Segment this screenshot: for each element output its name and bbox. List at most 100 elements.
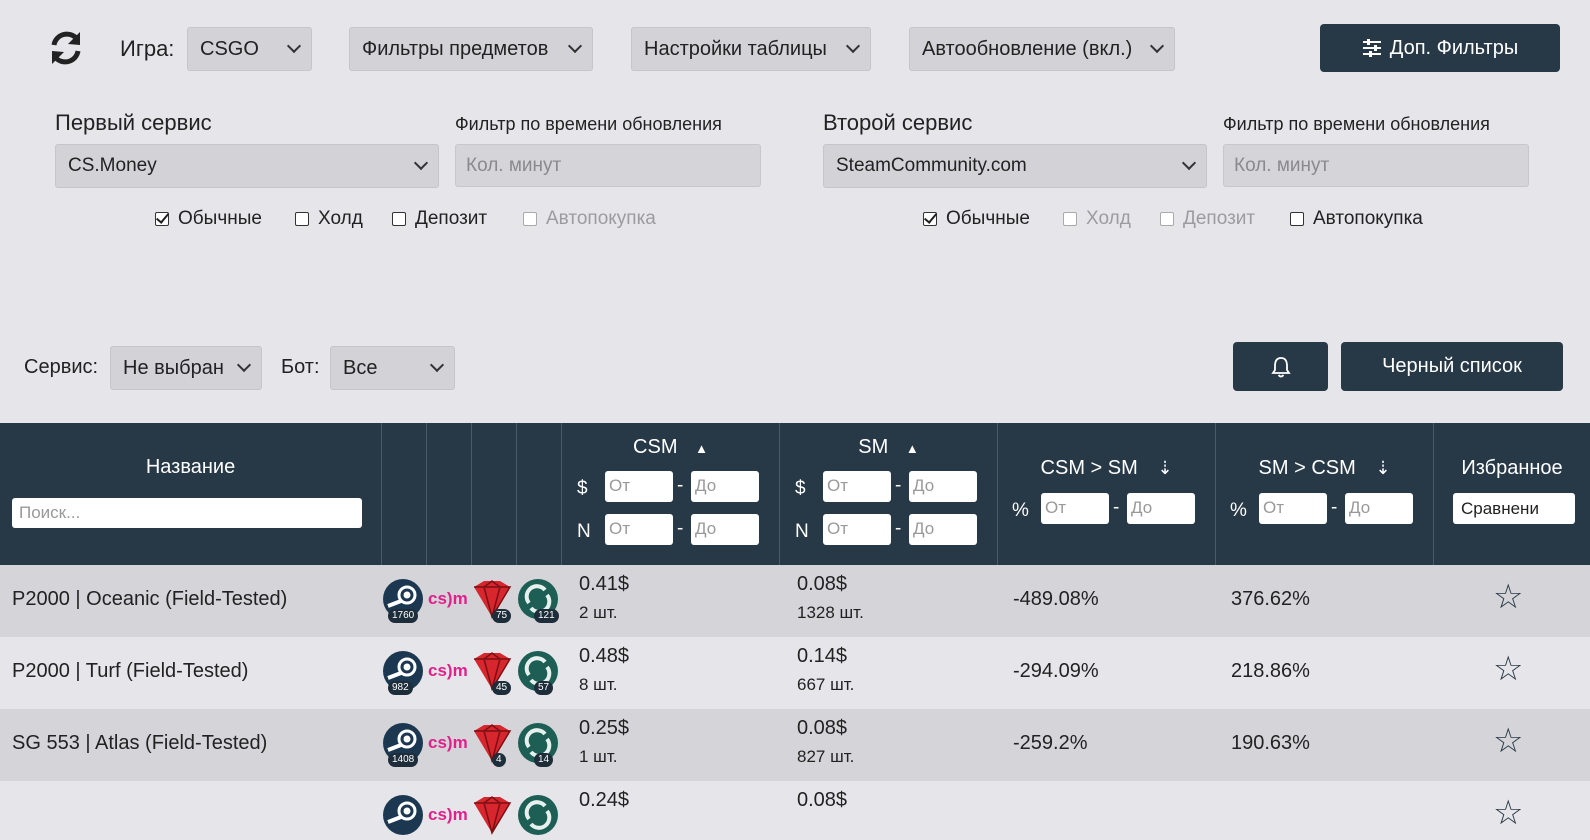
first-check-deposit[interactable]: Депозит <box>392 208 487 230</box>
extra-filters-button[interactable]: Доп. Фильтры <box>1320 24 1560 72</box>
item-name[interactable]: P2000 | Oceanic (Field-Tested) <box>12 588 287 611</box>
first-time-filter-label: Фильтр по времени обновления <box>455 114 722 134</box>
table-header: Название Поиск... CSM ▲ $ От - До N От -… <box>0 423 1590 565</box>
sm-price-from[interactable]: От <box>823 471 891 502</box>
service-filter-label: Сервис: <box>24 356 99 378</box>
col-csm-title[interactable]: CSM ▲ <box>562 436 779 459</box>
csm-price: 0.48$ <box>579 645 630 667</box>
second-check-autobuy[interactable]: Автопокупка <box>1290 208 1423 230</box>
second-check-deposit: Депозит <box>1160 208 1255 230</box>
bot-filter-value: Все <box>343 356 378 379</box>
bot-filter-select[interactable]: Все <box>330 346 455 390</box>
item-name[interactable]: P2000 | Turf (Field-Tested) <box>12 660 248 683</box>
item-name[interactable]: SG 553 | Atlas (Field-Tested) <box>12 732 267 755</box>
blacklist-label: Черный список <box>1382 355 1522 377</box>
auto-update-dropdown[interactable]: Автообновление (вкл.) <box>909 27 1175 71</box>
table-settings-dropdown[interactable]: Настройки таблицы <box>631 27 871 71</box>
table-row[interactable]: P2000 | Turf (Field-Tested) 982 cs)m 45 57 0.… <box>0 637 1590 709</box>
checkbox[interactable] <box>1290 212 1304 226</box>
sm-csm-from[interactable]: От <box>1259 493 1327 524</box>
csm-price: 0.41$ <box>579 573 630 595</box>
notifications-button[interactable] <box>1233 342 1328 391</box>
game-select[interactable]: CSGO <box>187 27 312 71</box>
sm-quantity: 827 шт. <box>797 747 855 766</box>
checkbox-checked[interactable] <box>155 212 169 226</box>
chevron-down-icon <box>413 155 429 171</box>
csm-logo-icon[interactable]: cs)m <box>428 733 468 753</box>
sm-qty-to[interactable]: До <box>909 514 977 545</box>
col-sm-csm-title[interactable]: SM > CSM ⇣ <box>1216 457 1433 480</box>
blacklist-button[interactable]: Черный список <box>1341 342 1563 391</box>
sort-icon[interactable]: ▲ <box>695 441 708 456</box>
col-sm: SM ▲ $ От - До N От - До <box>780 423 998 565</box>
star-icon[interactable]: ☆ <box>1493 721 1523 761</box>
star-icon[interactable]: ☆ <box>1493 649 1523 689</box>
csm-sm-from[interactable]: От <box>1041 493 1109 524</box>
sm-qty-from[interactable]: От <box>823 514 891 545</box>
checkbox-checked[interactable] <box>923 212 937 226</box>
csm-logo-icon[interactable]: cs)m <box>428 589 468 609</box>
sm-csm-percent: 190.63% <box>1231 732 1310 754</box>
service-filter-value: Не выбран <box>123 356 224 379</box>
first-time-filter-input[interactable]: Кол. минут <box>455 144 761 187</box>
first-check-hold[interactable]: Холд <box>295 208 363 230</box>
csm-price-to[interactable]: До <box>691 471 759 502</box>
csm-qty-to[interactable]: До <box>691 514 759 545</box>
col-sm-title[interactable]: SM ▲ <box>780 436 997 459</box>
favorites-select-value: Сравнени <box>1461 499 1539 518</box>
second-check-deposit-label: Депозит <box>1183 208 1256 229</box>
green-service-icon[interactable] <box>518 795 558 835</box>
search-input[interactable]: Поиск... <box>12 498 362 528</box>
percent-symbol: % <box>1012 500 1029 521</box>
star-icon[interactable]: ☆ <box>1493 577 1523 617</box>
table-settings-label: Настройки таблицы <box>644 37 827 60</box>
sort-icon[interactable]: ▲ <box>906 441 919 456</box>
checkbox[interactable] <box>295 212 309 226</box>
second-check-hold: Холд <box>1063 208 1131 230</box>
first-check-autobuy-label: Автопокупка <box>546 208 656 229</box>
sm-quantity: 667 шт. <box>797 675 855 694</box>
placeholder-to: До <box>913 519 935 538</box>
col-icon-3 <box>472 423 517 565</box>
steam-icon[interactable] <box>383 795 423 835</box>
gem-icon[interactable] <box>472 795 512 835</box>
csm-quantity: 8 шт. <box>579 675 618 694</box>
refresh-button[interactable] <box>46 28 86 68</box>
col-csm: CSM ▲ $ От - До N От - До <box>562 423 780 565</box>
first-service-select[interactable]: CS.Money <box>55 144 439 188</box>
placeholder-from: От <box>1263 498 1285 517</box>
checkbox[interactable] <box>392 212 406 226</box>
first-check-hold-label: Холд <box>318 208 363 229</box>
search-placeholder: Поиск... <box>19 503 81 522</box>
first-check-autobuy: Автопокупка <box>523 208 656 230</box>
first-check-regular[interactable]: Обычные <box>155 208 262 230</box>
csm-sm-percent: -489.08% <box>1013 588 1099 610</box>
sm-price-to[interactable]: До <box>909 471 977 502</box>
table-row[interactable]: SG 553 | Atlas (Field-Tested) 1408 cs)m 4 14… <box>0 709 1590 781</box>
csm-price-from[interactable]: От <box>605 471 673 502</box>
favorites-select[interactable]: Сравнени <box>1453 493 1575 524</box>
second-check-regular[interactable]: Обычные <box>923 208 1030 230</box>
sm-csm-to[interactable]: До <box>1345 493 1413 524</box>
green-count-badge: 57 <box>534 681 554 695</box>
col-csm-sm-title[interactable]: CSM > SM ⇣ <box>998 457 1215 480</box>
second-time-filter-input[interactable]: Кол. минут <box>1223 144 1529 187</box>
csm-logo-icon[interactable]: cs)m <box>428 661 468 681</box>
csm-logo-icon[interactable]: cs)m <box>428 805 468 825</box>
sort-desc-icon[interactable]: ⇣ <box>1375 458 1390 478</box>
placeholder-from: От <box>609 519 631 538</box>
sort-desc-icon[interactable]: ⇣ <box>1157 458 1172 478</box>
csm-qty-from[interactable]: От <box>605 514 673 545</box>
refresh-icon <box>51 31 81 65</box>
item-filters-dropdown[interactable]: Фильтры предметов <box>349 27 593 71</box>
placeholder-to: До <box>1349 498 1371 517</box>
second-service-select[interactable]: SteamCommunity.com <box>823 144 1207 188</box>
star-icon[interactable]: ☆ <box>1493 793 1523 833</box>
table-row[interactable]: cs)m 0.24$ 0.08$ ☆ <box>0 781 1590 835</box>
col-favorites: Избранное Сравнени <box>1434 423 1590 565</box>
col-icon-1 <box>382 423 427 565</box>
service-filter-select[interactable]: Не выбран <box>110 346 262 390</box>
csm-sm-to[interactable]: До <box>1127 493 1195 524</box>
table-row[interactable]: P2000 | Oceanic (Field-Tested) 1760 cs)m 75… <box>0 565 1590 637</box>
placeholder-to: До <box>695 476 717 495</box>
